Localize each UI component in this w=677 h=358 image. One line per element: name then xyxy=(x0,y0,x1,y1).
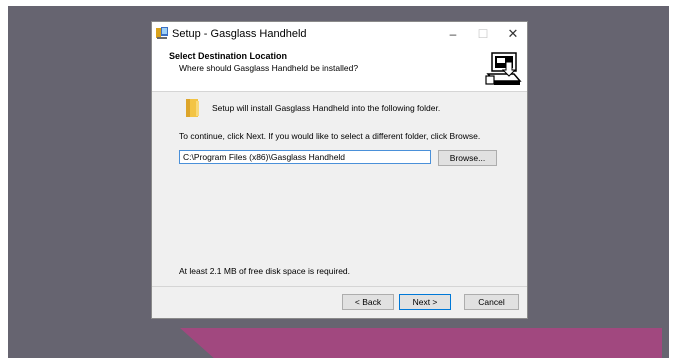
destination-path-input[interactable] xyxy=(179,150,431,164)
page-title: Select Destination Location xyxy=(169,51,288,61)
wizard-header: Select Destination Location Where should… xyxy=(152,46,527,92)
close-button[interactable]: ✕ xyxy=(498,23,528,45)
bottom-banner xyxy=(180,328,662,358)
disk-space-text: At least 2.1 MB of free disk space is re… xyxy=(179,266,351,276)
back-button[interactable]: < Back xyxy=(342,294,394,310)
title-bar[interactable]: Setup - Gasglass Handheld – ☐ ✕ xyxy=(152,22,527,46)
window-title: Setup - Gasglass Handheld xyxy=(172,28,307,40)
maximize-button[interactable]: ☐ xyxy=(468,23,498,45)
instruction-text: To continue, click Next. If you would li… xyxy=(179,131,481,141)
cancel-button[interactable]: Cancel xyxy=(464,294,519,310)
footer-divider xyxy=(152,286,527,287)
next-button[interactable]: Next > xyxy=(399,294,451,310)
frame-top-border xyxy=(0,0,677,6)
frame-right-border xyxy=(669,0,677,358)
page-subtitle: Where should Gasglass Handheld be instal… xyxy=(179,63,359,73)
computer-install-icon xyxy=(484,50,522,88)
frame-left-border xyxy=(0,0,8,358)
browse-button[interactable]: Browse... xyxy=(438,150,497,166)
intro-text: Setup will install Gasglass Handheld int… xyxy=(212,103,441,113)
setup-app-icon xyxy=(156,27,168,39)
minimize-button[interactable]: – xyxy=(438,23,468,45)
folder-icon xyxy=(186,99,199,117)
setup-window: Setup - Gasglass Handheld – ☐ ✕ Select D… xyxy=(152,22,527,318)
